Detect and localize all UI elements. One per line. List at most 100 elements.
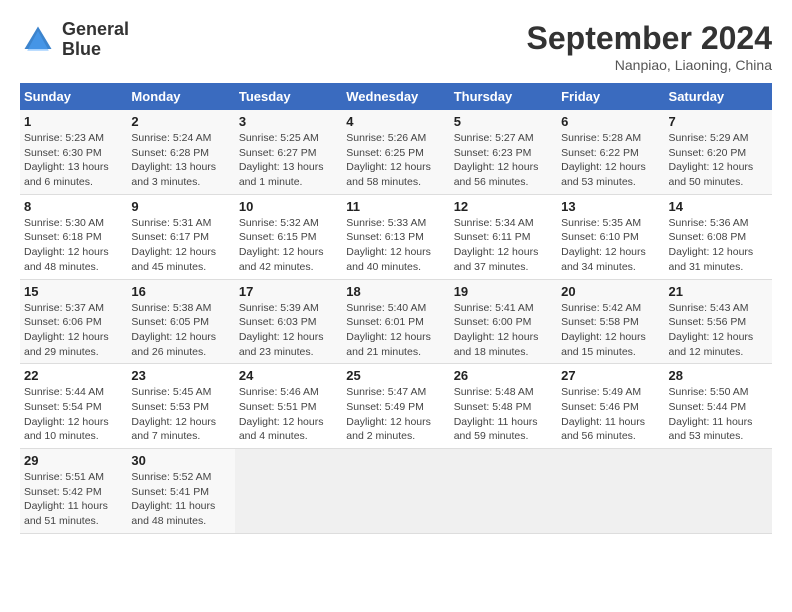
day-number: 8 (24, 199, 123, 214)
weekday-header-thursday: Thursday (450, 83, 557, 110)
weekday-header-sunday: Sunday (20, 83, 127, 110)
calendar-cell: 28 Sunrise: 5:50 AM Sunset: 5:44 PM Dayli… (665, 364, 772, 449)
day-number: 25 (346, 368, 445, 383)
calendar-cell: 20Sunrise: 5:42 AM Sunset: 5:58 PM Dayli… (557, 279, 664, 364)
day-info: Sunrise: 5:33 AM Sunset: 6:13 PM Dayligh… (346, 216, 445, 275)
day-info: Sunrise: 5:46 AM Sunset: 5:51 PM Dayligh… (239, 385, 338, 444)
calendar-cell (665, 449, 772, 534)
day-info: Sunrise: 5:28 AM Sunset: 6:22 PM Dayligh… (561, 131, 660, 190)
day-info: Sunrise: 5:38 AM Sunset: 6:05 PM Dayligh… (131, 301, 230, 360)
weekday-header-row: SundayMondayTuesdayWednesdayThursdayFrid… (20, 83, 772, 110)
day-number: 4 (346, 114, 445, 129)
day-info: Sunrise: 5:31 AM Sunset: 6:17 PM Dayligh… (131, 216, 230, 275)
calendar-cell: 19 Sunrise: 5:41 AM Sunset: 6:00 PM Dayli… (450, 279, 557, 364)
calendar-cell: 14 Sunrise: 5:36 AM Sunset: 6:08 PM Dayli… (665, 194, 772, 279)
calendar-cell: 1 Sunrise: 5:23 AM Sunset: 6:30 PM Daylig… (20, 110, 127, 194)
calendar-cell: 26 Sunrise: 5:48 AM Sunset: 5:48 PM Dayli… (450, 364, 557, 449)
calendar-cell: 15 Sunrise: 5:37 AM Sunset: 6:06 PM Dayli… (20, 279, 127, 364)
day-info: Sunrise: 5:50 AM Sunset: 5:44 PM Dayligh… (669, 385, 768, 444)
weekday-header-saturday: Saturday (665, 83, 772, 110)
day-number: 6 (561, 114, 660, 129)
day-number: 11 (346, 199, 445, 214)
logo-text: General Blue (62, 20, 129, 60)
calendar-cell: 23Sunrise: 5:45 AM Sunset: 5:53 PM Dayli… (127, 364, 234, 449)
day-info: Sunrise: 5:37 AM Sunset: 6:06 PM Dayligh… (24, 301, 123, 360)
day-info: Sunrise: 5:44 AM Sunset: 5:54 PM Dayligh… (24, 385, 123, 444)
day-info: Sunrise: 5:35 AM Sunset: 6:10 PM Dayligh… (561, 216, 660, 275)
day-info: Sunrise: 5:40 AM Sunset: 6:01 PM Dayligh… (346, 301, 445, 360)
calendar-cell: 22 Sunrise: 5:44 AM Sunset: 5:54 PM Dayli… (20, 364, 127, 449)
logo: General Blue (20, 20, 129, 60)
calendar-cell: 17 Sunrise: 5:39 AM Sunset: 6:03 PM Dayli… (235, 279, 342, 364)
day-info: Sunrise: 5:51 AM Sunset: 5:42 PM Dayligh… (24, 470, 123, 529)
calendar-week-row: 8 Sunrise: 5:30 AM Sunset: 6:18 PM Daylig… (20, 194, 772, 279)
calendar-cell: 27 Sunrise: 5:49 AM Sunset: 5:46 PM Dayli… (557, 364, 664, 449)
day-number: 13 (561, 199, 660, 214)
day-number: 27 (561, 368, 660, 383)
day-number: 9 (131, 199, 230, 214)
day-info: Sunrise: 5:26 AM Sunset: 6:25 PM Dayligh… (346, 131, 445, 190)
calendar-cell: 12Sunrise: 5:34 AM Sunset: 6:11 PM Dayli… (450, 194, 557, 279)
day-number: 1 (24, 114, 123, 129)
day-info: Sunrise: 5:49 AM Sunset: 5:46 PM Dayligh… (561, 385, 660, 444)
calendar-cell: 11 Sunrise: 5:33 AM Sunset: 6:13 PM Dayli… (342, 194, 449, 279)
month-year: September 2024 (527, 20, 772, 57)
calendar-cell: 13 Sunrise: 5:35 AM Sunset: 6:10 PM Dayli… (557, 194, 664, 279)
day-info: Sunrise: 5:36 AM Sunset: 6:08 PM Dayligh… (669, 216, 768, 275)
calendar-cell (342, 449, 449, 534)
calendar-cell: 6 Sunrise: 5:28 AM Sunset: 6:22 PM Daylig… (557, 110, 664, 194)
calendar-cell (450, 449, 557, 534)
day-number: 22 (24, 368, 123, 383)
day-number: 26 (454, 368, 553, 383)
day-number: 17 (239, 284, 338, 299)
calendar-cell: 4 Sunrise: 5:26 AM Sunset: 6:25 PM Daylig… (342, 110, 449, 194)
calendar-table: SundayMondayTuesdayWednesdayThursdayFrid… (20, 83, 772, 534)
weekday-header-tuesday: Tuesday (235, 83, 342, 110)
title-block: September 2024 Nanpiao, Liaoning, China (527, 20, 772, 73)
calendar-cell: 24 Sunrise: 5:46 AM Sunset: 5:51 PM Dayli… (235, 364, 342, 449)
calendar-cell: 29 Sunrise: 5:51 AM Sunset: 5:42 PM Dayli… (20, 449, 127, 534)
calendar-cell: 2 Sunrise: 5:24 AM Sunset: 6:28 PM Daylig… (127, 110, 234, 194)
day-info: Sunrise: 5:47 AM Sunset: 5:49 PM Dayligh… (346, 385, 445, 444)
calendar-cell: 10 Sunrise: 5:32 AM Sunset: 6:15 PM Dayli… (235, 194, 342, 279)
day-number: 2 (131, 114, 230, 129)
calendar-week-row: 15 Sunrise: 5:37 AM Sunset: 6:06 PM Dayli… (20, 279, 772, 364)
day-number: 20 (561, 284, 660, 299)
calendar-cell: 5Sunrise: 5:27 AM Sunset: 6:23 PM Daylig… (450, 110, 557, 194)
day-number: 24 (239, 368, 338, 383)
calendar-cell: 25 Sunrise: 5:47 AM Sunset: 5:49 PM Dayli… (342, 364, 449, 449)
calendar-cell (235, 449, 342, 534)
weekday-header-friday: Friday (557, 83, 664, 110)
day-info: Sunrise: 5:30 AM Sunset: 6:18 PM Dayligh… (24, 216, 123, 275)
day-info: Sunrise: 5:32 AM Sunset: 6:15 PM Dayligh… (239, 216, 338, 275)
day-number: 15 (24, 284, 123, 299)
day-number: 16 (131, 284, 230, 299)
day-info: Sunrise: 5:48 AM Sunset: 5:48 PM Dayligh… (454, 385, 553, 444)
day-number: 10 (239, 199, 338, 214)
calendar-cell (557, 449, 664, 534)
day-number: 21 (669, 284, 768, 299)
calendar-cell: 21Sunrise: 5:43 AM Sunset: 5:56 PM Dayli… (665, 279, 772, 364)
logo-icon (20, 22, 56, 58)
calendar-cell: 8 Sunrise: 5:30 AM Sunset: 6:18 PM Daylig… (20, 194, 127, 279)
day-number: 3 (239, 114, 338, 129)
day-number: 29 (24, 453, 123, 468)
day-info: Sunrise: 5:23 AM Sunset: 6:30 PM Dayligh… (24, 131, 123, 190)
calendar-cell: 30Sunrise: 5:52 AM Sunset: 5:41 PM Dayli… (127, 449, 234, 534)
day-number: 28 (669, 368, 768, 383)
calendar-cell: 18 Sunrise: 5:40 AM Sunset: 6:01 PM Dayli… (342, 279, 449, 364)
day-info: Sunrise: 5:45 AM Sunset: 5:53 PM Dayligh… (131, 385, 230, 444)
weekday-header-monday: Monday (127, 83, 234, 110)
day-info: Sunrise: 5:39 AM Sunset: 6:03 PM Dayligh… (239, 301, 338, 360)
day-info: Sunrise: 5:29 AM Sunset: 6:20 PM Dayligh… (669, 131, 768, 190)
day-info: Sunrise: 5:24 AM Sunset: 6:28 PM Dayligh… (131, 131, 230, 190)
day-number: 18 (346, 284, 445, 299)
day-number: 19 (454, 284, 553, 299)
day-info: Sunrise: 5:27 AM Sunset: 6:23 PM Dayligh… (454, 131, 553, 190)
day-number: 14 (669, 199, 768, 214)
day-info: Sunrise: 5:41 AM Sunset: 6:00 PM Dayligh… (454, 301, 553, 360)
weekday-header-wednesday: Wednesday (342, 83, 449, 110)
day-number: 7 (669, 114, 768, 129)
location: Nanpiao, Liaoning, China (527, 57, 772, 73)
calendar-week-row: 22 Sunrise: 5:44 AM Sunset: 5:54 PM Dayli… (20, 364, 772, 449)
